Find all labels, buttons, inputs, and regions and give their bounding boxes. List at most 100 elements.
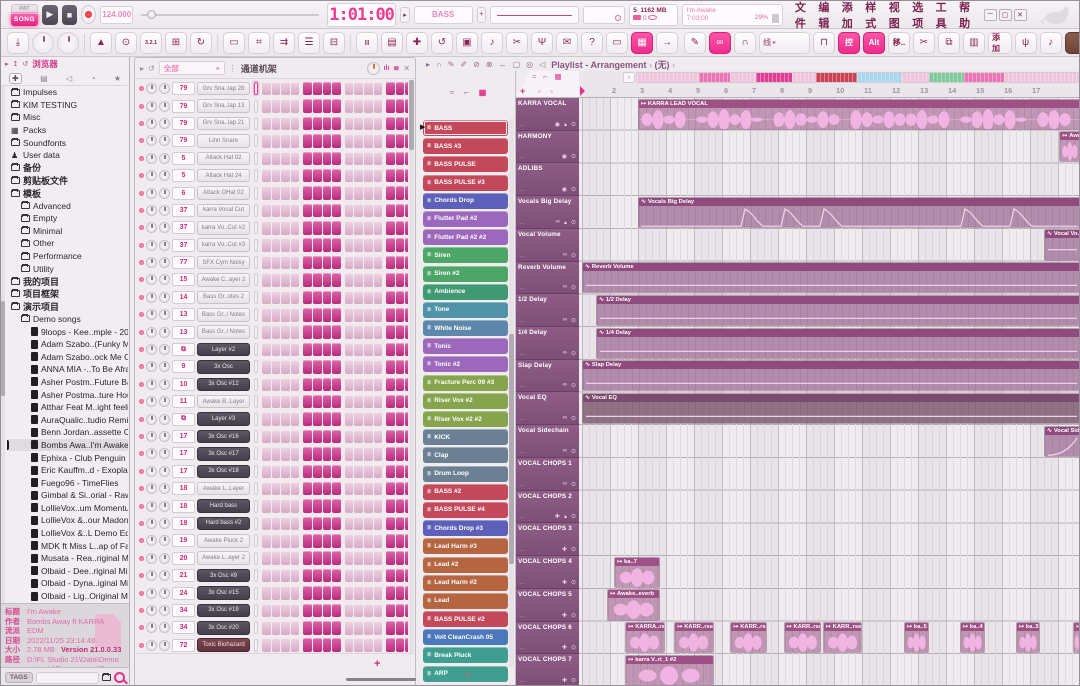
track-options-icon[interactable]: … <box>519 220 525 226</box>
step-cell[interactable] <box>262 273 271 287</box>
step-cell[interactable] <box>374 604 383 618</box>
channel-name-button[interactable]: Toxic Biohazard <box>197 638 250 652</box>
channel-pan-knob[interactable] <box>146 240 157 251</box>
step-edit-icon[interactable]: ▭ <box>223 32 245 54</box>
step-cell[interactable] <box>291 621 300 635</box>
track-options-icon[interactable]: … <box>519 580 525 586</box>
step-cell[interactable] <box>291 430 300 444</box>
step-cell[interactable] <box>323 204 332 218</box>
step-cell[interactable] <box>313 134 322 148</box>
step-cell[interactable] <box>323 447 332 461</box>
step-cell[interactable] <box>345 482 354 496</box>
step-cell[interactable] <box>405 82 408 96</box>
song-mode-button[interactable]: SONG <box>11 14 38 26</box>
step-cell[interactable] <box>291 569 300 583</box>
step-cell[interactable] <box>323 517 332 531</box>
browser-tab-favorites[interactable]: ★ <box>114 74 121 83</box>
step-cell[interactable] <box>313 465 322 479</box>
channel-volume-knob[interactable] <box>159 170 170 181</box>
step-cell[interactable] <box>354 621 363 635</box>
step-cell[interactable] <box>281 99 290 113</box>
step-cell[interactable] <box>272 621 281 635</box>
step-cell[interactable] <box>323 169 332 183</box>
tree-item[interactable]: Adam Szabo..(Funky Mix) <box>7 338 128 351</box>
channel-target-display[interactable]: ⧉ <box>172 413 195 426</box>
audio-clip[interactable]: ↦ka..4 <box>960 622 985 653</box>
channel-name-button[interactable]: 3x Osc #9 <box>197 569 250 583</box>
step-cell[interactable] <box>323 604 332 618</box>
tempo-display[interactable]: 124.000 <box>100 6 133 24</box>
step-cell[interactable] <box>303 256 312 270</box>
step-cell[interactable] <box>332 273 341 287</box>
step-cell[interactable] <box>396 360 405 374</box>
step-cell[interactable] <box>364 534 373 548</box>
snap-arrow-icon[interactable]: ▸ <box>426 60 430 69</box>
loop-recording-icon[interactable]: ↻ <box>190 32 212 54</box>
open-folder-icon[interactable] <box>102 674 111 681</box>
rack-swing-knob[interactable] <box>367 62 380 75</box>
rec-icon[interactable]: ⊙ <box>571 677 576 684</box>
step-cell[interactable] <box>313 238 322 252</box>
step-cell[interactable] <box>262 291 271 305</box>
step-cell[interactable] <box>405 465 408 479</box>
timeline-ruler[interactable]: 234567891011121314151617 <box>579 84 1080 98</box>
track-header[interactable]: Vocal Volume…∞⊙ <box>516 229 579 262</box>
step-cell[interactable] <box>281 117 290 131</box>
channel-target-display[interactable]: 37 <box>172 204 195 217</box>
track-header[interactable]: ADLIBS…◉⊙ <box>516 163 579 196</box>
step-cell[interactable] <box>374 482 383 496</box>
channel-volume-knob[interactable] <box>159 257 170 268</box>
tree-item[interactable]: Olbaid - Lig..Original Mix) <box>7 590 128 603</box>
rec-icon[interactable]: ⊙ <box>571 382 576 389</box>
menu-item[interactable]: 编辑 <box>818 0 832 31</box>
step-cell[interactable] <box>272 221 281 235</box>
step-cell[interactable] <box>386 256 395 270</box>
step-cell[interactable] <box>272 412 281 426</box>
step-cell[interactable] <box>313 273 322 287</box>
step-cell[interactable] <box>332 221 341 235</box>
channel-name-button[interactable]: Grv Sna..lap 28 <box>197 82 250 96</box>
channel-enable-led[interactable] <box>139 608 144 613</box>
step-cell[interactable] <box>281 169 290 183</box>
step-cell[interactable] <box>374 534 383 548</box>
step-cell[interactable] <box>303 499 312 513</box>
channel-pan-knob[interactable] <box>146 188 157 199</box>
step-cell[interactable] <box>405 152 408 166</box>
step-cell[interactable] <box>386 621 395 635</box>
channel-name-button[interactable]: Linn Snare <box>197 134 250 148</box>
pattern-item[interactable]: ≣BASS PULSE #2 <box>423 610 508 628</box>
step-cell[interactable] <box>272 378 281 392</box>
channel-enable-led[interactable] <box>139 364 144 369</box>
channel-enable-led[interactable] <box>139 625 144 630</box>
step-cell[interactable] <box>303 621 312 635</box>
step-cell[interactable] <box>374 186 383 200</box>
step-cell[interactable] <box>281 534 290 548</box>
step-cell[interactable] <box>396 117 405 131</box>
step-cell[interactable] <box>291 325 300 339</box>
step-cell[interactable] <box>386 291 395 305</box>
draw-tool-icon[interactable]: ✎ <box>448 60 455 69</box>
pattern-item[interactable]: ≣Volt CleanCrash 05 <box>423 628 508 646</box>
plugin-picker-icon[interactable]: ✚ <box>406 32 428 54</box>
audio-clip[interactable]: ↦KARR..rsed <box>784 622 822 653</box>
zoom-tool-icon[interactable]: ◎ <box>526 60 533 69</box>
step-cell[interactable] <box>364 186 373 200</box>
channel-row[interactable]: 79Grv Sna..lap 28 <box>137 80 408 97</box>
pattern-item[interactable]: ≣White Noise <box>423 319 508 337</box>
step-cell[interactable] <box>262 325 271 339</box>
channel-pan-knob[interactable] <box>146 170 157 181</box>
step-cell[interactable] <box>291 482 300 496</box>
step-cell[interactable] <box>354 586 363 600</box>
channel-pan-knob[interactable] <box>146 118 157 129</box>
step-cell[interactable] <box>364 221 373 235</box>
channel-pan-knob[interactable] <box>146 101 157 112</box>
wait-for-input-icon[interactable]: ⊙ <box>115 32 137 54</box>
tree-item[interactable]: ▦Packs <box>7 124 128 137</box>
channel-pan-knob[interactable] <box>146 292 157 303</box>
channel-name-button[interactable]: Attack OHat 02 <box>197 186 250 200</box>
step-cell[interactable] <box>354 482 363 496</box>
channel-target-display[interactable]: ⧉ <box>172 343 195 356</box>
channel-enable-led[interactable] <box>139 486 144 491</box>
step-cell[interactable] <box>332 465 341 479</box>
step-cell[interactable] <box>364 395 373 409</box>
